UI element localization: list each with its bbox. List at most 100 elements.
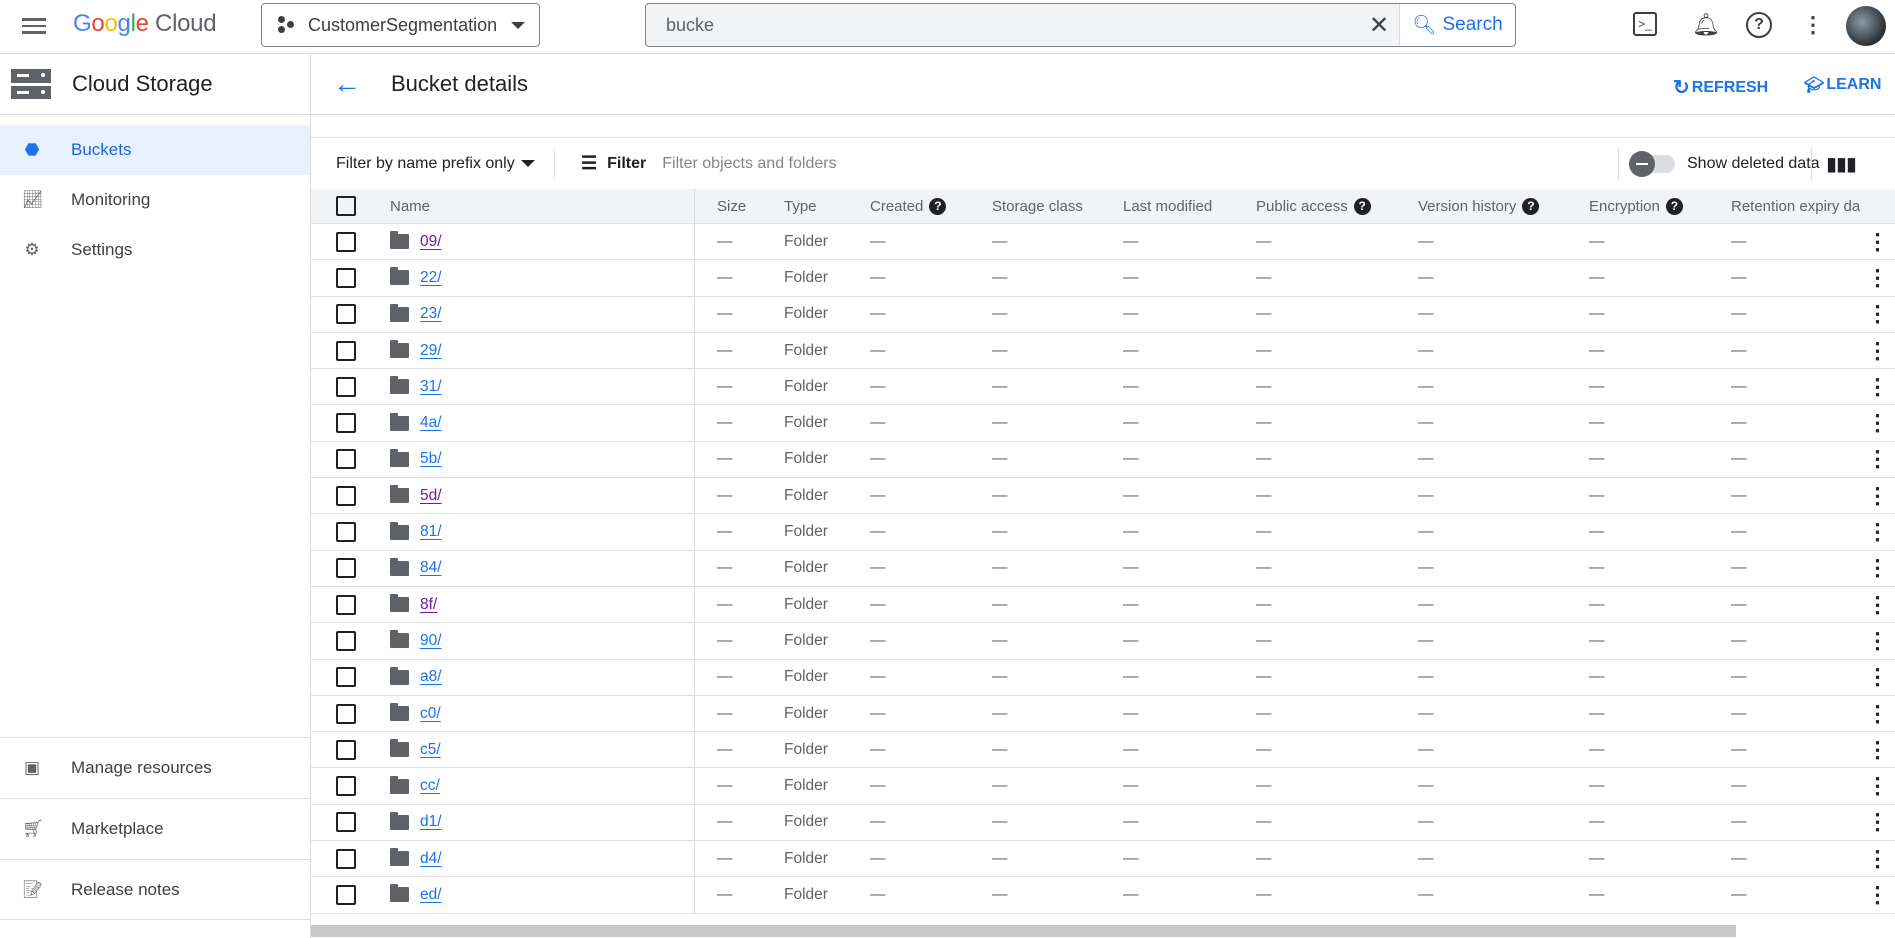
filter-button[interactable]: ☰ Filter xyxy=(581,153,646,174)
show-deleted-toggle[interactable]: Show deleted data xyxy=(1618,148,1820,180)
filter-prefix-dropdown[interactable]: Filter by name prefix only xyxy=(311,148,555,179)
storage-class-cell: — xyxy=(992,414,1008,432)
folder-link[interactable]: cc/ xyxy=(420,777,440,795)
row-checkbox[interactable] xyxy=(336,231,356,252)
folder-link[interactable]: 4a/ xyxy=(420,414,442,432)
row-actions-icon[interactable]: ⋮ xyxy=(1860,768,1895,803)
column-header-name[interactable]: Name xyxy=(390,189,695,223)
avatar[interactable] xyxy=(1846,6,1886,46)
row-actions-icon[interactable]: ⋮ xyxy=(1860,369,1895,404)
row-checkbox[interactable] xyxy=(336,340,356,361)
row-checkbox[interactable] xyxy=(336,267,356,288)
folder-link[interactable]: 31/ xyxy=(420,378,442,396)
sidebar-item-monitoring[interactable]: 📈︎ Monitoring xyxy=(0,175,310,225)
folder-link[interactable]: 84/ xyxy=(420,559,442,577)
sidebar-item-settings[interactable]: ⚙ Settings xyxy=(0,225,310,275)
row-actions-icon[interactable]: ⋮ xyxy=(1860,660,1895,695)
folder-link[interactable]: c0/ xyxy=(420,705,441,723)
row-actions-icon[interactable]: ⋮ xyxy=(1860,877,1895,912)
folder-link[interactable]: c5/ xyxy=(420,741,441,759)
column-header-public-access[interactable]: Public access? xyxy=(1256,189,1418,223)
folder-link[interactable]: a8/ xyxy=(420,668,442,686)
folder-link[interactable]: ed/ xyxy=(420,886,442,904)
folder-link[interactable]: 22/ xyxy=(420,269,442,287)
row-checkbox[interactable] xyxy=(336,304,356,325)
row-checkbox[interactable] xyxy=(336,376,356,397)
learn-button[interactable]: 🎓︎ LEARN xyxy=(1804,75,1881,95)
folder-link[interactable]: 5b/ xyxy=(420,450,442,468)
folder-link[interactable]: 90/ xyxy=(420,632,442,650)
help-icon[interactable]: ? xyxy=(1353,197,1371,215)
help-icon[interactable]: ? xyxy=(929,197,947,215)
refresh-button[interactable]: ↻ REFRESH xyxy=(1673,75,1768,100)
column-header-storage-class[interactable]: Storage class xyxy=(992,189,1123,223)
column-header-encryption[interactable]: Encryption? xyxy=(1589,189,1731,223)
row-actions-icon[interactable]: ⋮ xyxy=(1860,514,1895,549)
row-actions-icon[interactable]: ⋮ xyxy=(1860,260,1895,295)
row-checkbox[interactable] xyxy=(336,594,356,615)
row-checkbox[interactable] xyxy=(336,812,356,833)
column-header-retention[interactable]: Retention expiry da xyxy=(1731,189,1860,223)
row-checkbox[interactable] xyxy=(336,449,356,470)
row-actions-icon[interactable]: ⋮ xyxy=(1860,696,1895,731)
cloud-shell-icon[interactable]: >_ xyxy=(1633,12,1657,36)
column-header-size[interactable]: Size xyxy=(695,189,784,223)
folder-link[interactable]: 29/ xyxy=(420,342,442,360)
row-actions-icon[interactable]: ⋮ xyxy=(1860,587,1895,622)
help-icon[interactable]: ? xyxy=(1665,197,1683,215)
row-checkbox[interactable] xyxy=(336,522,356,543)
folder-link[interactable]: 8f/ xyxy=(420,596,437,614)
row-checkbox[interactable] xyxy=(336,558,356,579)
row-actions-icon[interactable]: ⋮ xyxy=(1860,333,1895,368)
row-actions-icon[interactable]: ⋮ xyxy=(1860,478,1895,513)
row-checkbox[interactable] xyxy=(336,667,356,688)
folder-link[interactable]: 23/ xyxy=(420,305,442,323)
row-checkbox[interactable] xyxy=(336,630,356,651)
select-all-checkbox[interactable] xyxy=(336,196,356,216)
row-actions-icon[interactable]: ⋮ xyxy=(1860,442,1895,477)
menu-icon[interactable] xyxy=(22,15,46,35)
sidebar-item-manage-resources[interactable]: ▣ Manage resources xyxy=(0,737,310,798)
row-actions-icon[interactable]: ⋮ xyxy=(1860,405,1895,440)
clear-search-icon[interactable]: ✕ xyxy=(1359,11,1399,40)
column-header-version-history[interactable]: Version history? xyxy=(1418,189,1589,223)
row-actions-icon[interactable]: ⋮ xyxy=(1860,623,1895,658)
row-checkbox[interactable] xyxy=(336,739,356,760)
sidebar-item-marketplace[interactable]: 🛒︎ Marketplace xyxy=(0,798,310,859)
folder-link[interactable]: 5d/ xyxy=(420,487,442,505)
sidebar-item-release-notes[interactable]: 📝︎ Release notes xyxy=(0,859,310,920)
column-display-icon[interactable]: ▮▮▮ xyxy=(1811,148,1871,180)
row-actions-icon[interactable]: ⋮ xyxy=(1860,732,1895,767)
column-header-type[interactable]: Type xyxy=(784,189,870,223)
search-input[interactable]: bucke xyxy=(646,15,1359,36)
folder-link[interactable]: 09/ xyxy=(420,233,442,251)
more-vert-icon[interactable]: ⋮ xyxy=(1800,12,1826,38)
row-checkbox[interactable] xyxy=(336,485,356,506)
row-checkbox[interactable] xyxy=(336,884,356,905)
horizontal-scrollbar[interactable] xyxy=(311,925,1736,937)
toggle-switch[interactable] xyxy=(1629,151,1675,177)
sidebar-item-buckets[interactable]: ⬣ Buckets xyxy=(0,125,310,175)
folder-link[interactable]: 81/ xyxy=(420,523,442,541)
row-checkbox[interactable] xyxy=(336,703,356,724)
filter-input[interactable]: Filter objects and folders xyxy=(662,155,836,173)
help-icon[interactable]: ? xyxy=(1522,197,1540,215)
column-header-last-modified[interactable]: Last modified xyxy=(1123,189,1256,223)
row-checkbox[interactable] xyxy=(336,848,356,869)
search-button[interactable]: 🔍︎ Search xyxy=(1399,4,1515,46)
row-actions-icon[interactable]: ⋮ xyxy=(1860,551,1895,586)
folder-link[interactable]: d1/ xyxy=(420,813,442,831)
back-arrow-icon[interactable]: ← xyxy=(333,68,361,100)
row-checkbox[interactable] xyxy=(336,413,356,434)
row-actions-icon[interactable]: ⋮ xyxy=(1860,297,1895,332)
help-icon[interactable]: ? xyxy=(1746,12,1772,38)
google-cloud-logo[interactable]: Google Cloud xyxy=(73,10,217,38)
folder-link[interactable]: d4/ xyxy=(420,850,442,868)
column-header-created[interactable]: Created? xyxy=(870,189,992,223)
project-selector[interactable]: CustomerSegmentation xyxy=(261,3,540,47)
row-checkbox[interactable] xyxy=(336,776,356,797)
row-actions-icon[interactable]: ⋮ xyxy=(1860,224,1895,259)
row-actions-icon[interactable]: ⋮ xyxy=(1860,841,1895,876)
bell-icon[interactable]: 🔔︎ xyxy=(1692,12,1720,38)
row-actions-icon[interactable]: ⋮ xyxy=(1860,805,1895,840)
